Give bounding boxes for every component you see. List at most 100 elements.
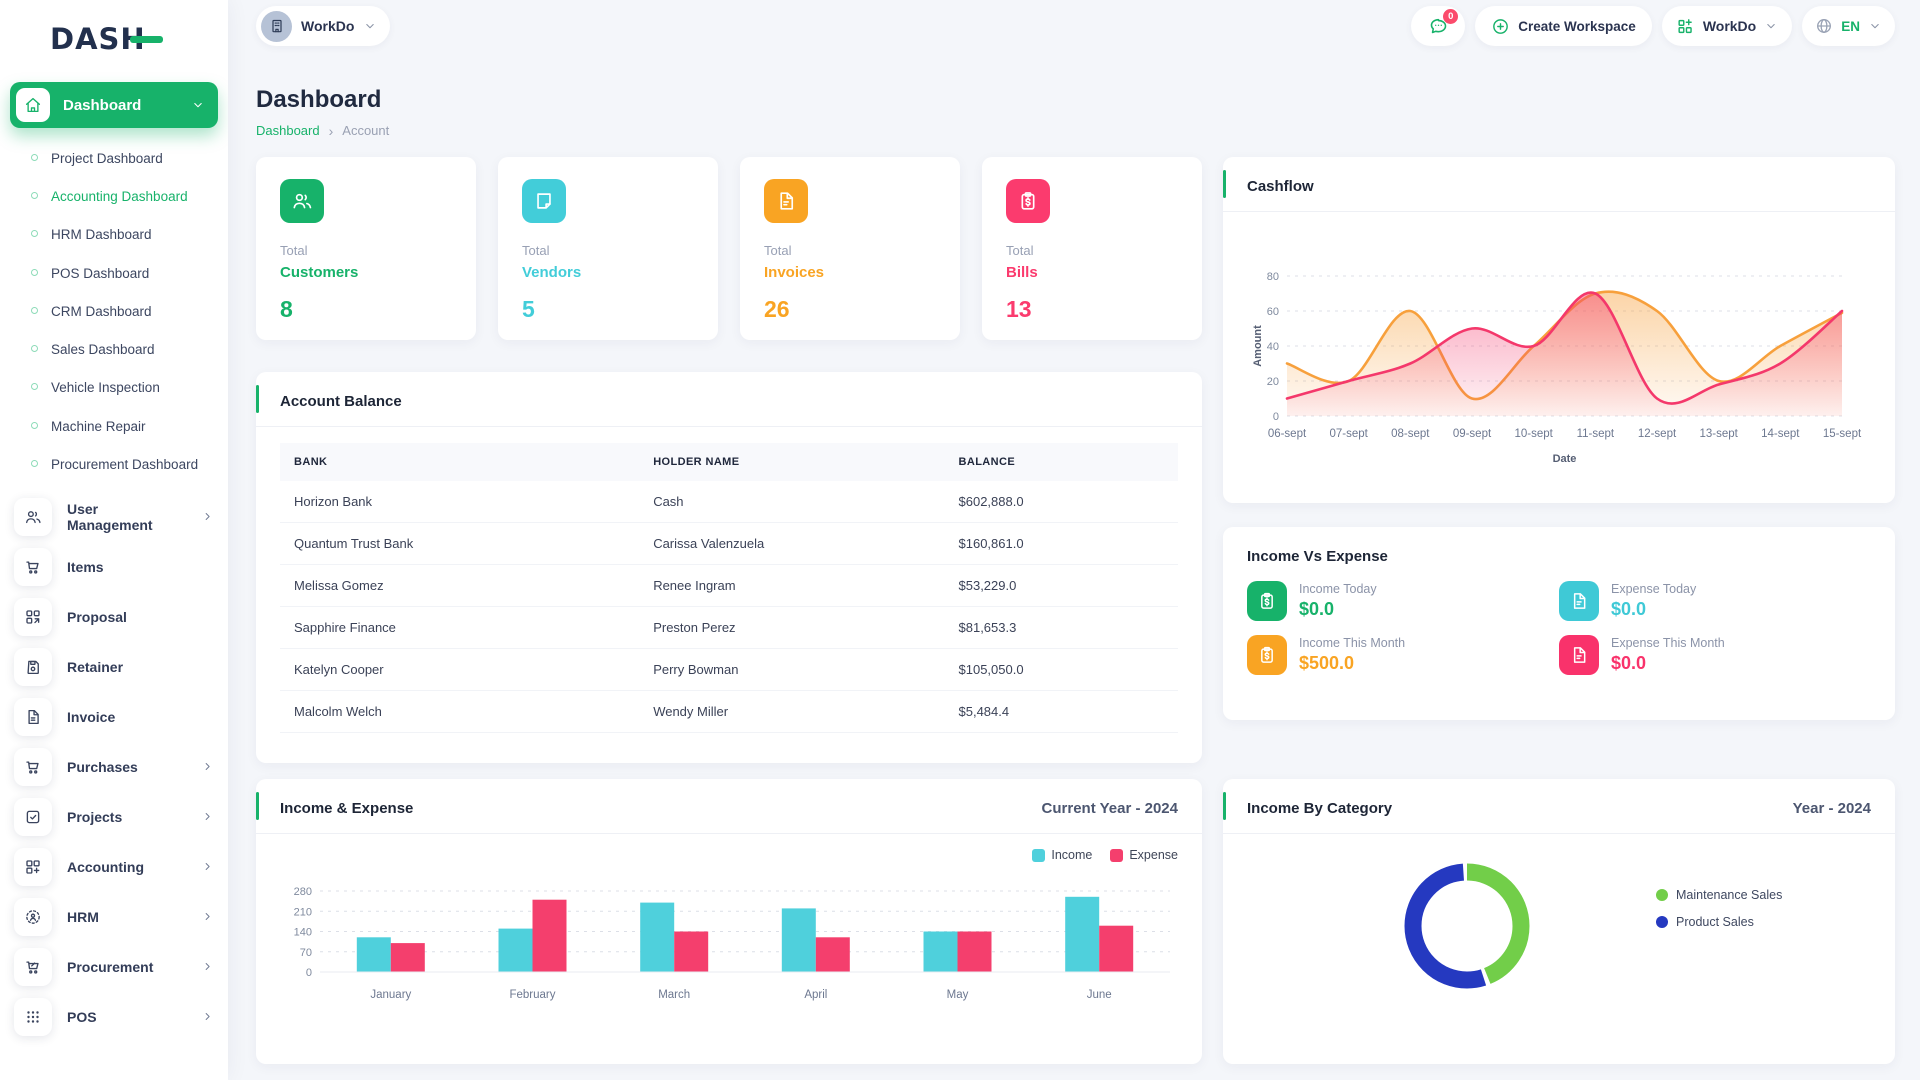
workspace-name: WorkDo — [301, 18, 354, 34]
sidebar-subitem-crm-dashboard[interactable]: CRM Dashboard — [0, 293, 228, 331]
messages-button[interactable]: 0 — [1411, 6, 1465, 46]
sidebar-item-items[interactable]: Items — [0, 542, 228, 592]
income-by-category-donut-chart — [1397, 856, 1537, 996]
table-cell: Horizon Bank — [280, 481, 639, 523]
sidebar-item-proposal[interactable]: Proposal — [0, 592, 228, 642]
svg-text:Amount: Amount — [1252, 325, 1264, 367]
chevron-down-icon — [191, 98, 205, 112]
vendors-icon — [522, 179, 566, 223]
sidebar-item-dashboard[interactable]: Dashboard — [10, 82, 218, 128]
legend-label: Expense — [1129, 848, 1178, 862]
workspace-switcher[interactable]: WorkDo — [256, 6, 390, 46]
ring-bullet-icon — [31, 307, 38, 314]
sidebar-item-purchases[interactable]: Purchases — [0, 742, 228, 792]
procurement-icon — [14, 948, 52, 986]
proposal-icon — [14, 598, 52, 636]
svg-text:09-sept: 09-sept — [1453, 428, 1492, 440]
stat-value: 8 — [280, 296, 452, 323]
table-cell: $602,888.0 — [945, 481, 1179, 523]
sidebar-subitem-label: CRM Dashboard — [51, 303, 152, 321]
sidebar-subitem-sales-dashboard[interactable]: Sales Dashboard — [0, 331, 228, 369]
card-subtitle: Current Year - 2024 — [1042, 800, 1178, 817]
svg-text:February: February — [509, 989, 555, 1001]
sidebar-item-retainer[interactable]: Retainer — [0, 642, 228, 692]
stat-name: Vendors — [522, 264, 694, 281]
sidebar-subitem-vehicle-inspection[interactable]: Vehicle Inspection — [0, 369, 228, 407]
account-balance-header: Account Balance — [256, 372, 1202, 427]
legend-item: Maintenance Sales — [1656, 888, 1782, 902]
svg-text:20: 20 — [1267, 376, 1279, 388]
cashflow-card: Cashflow 02040608006-sept07-sept08-sept0… — [1223, 157, 1895, 503]
donut-legend: Maintenance SalesProduct Sales — [1656, 888, 1782, 929]
svg-text:40: 40 — [1267, 341, 1279, 353]
ive-value: $0.0 — [1611, 653, 1725, 674]
sidebar-subitem-hrm-dashboard[interactable]: HRM Dashboard — [0, 216, 228, 254]
sidebar-subitem-procurement-dashboard[interactable]: Procurement Dashboard — [0, 446, 228, 484]
sidebar-subitem-label: Machine Repair — [51, 418, 146, 436]
content-grid: Total Customers 8 Total Vendors 5 Total … — [256, 157, 1895, 1064]
stat-card-customers: Total Customers 8 — [256, 157, 476, 340]
ive-label: Expense Today — [1611, 582, 1696, 596]
left-column: Total Customers 8 Total Vendors 5 Total … — [256, 157, 1202, 1064]
sidebar-item-label: Proposal — [67, 609, 127, 625]
legend-label: Income — [1051, 848, 1092, 862]
sidebar-item-accounting[interactable]: Accounting — [0, 842, 228, 892]
sidebar-subitem-label: Accounting Dashboard — [51, 188, 188, 206]
ive-value: $0.0 — [1299, 599, 1377, 620]
svg-text:15-sept: 15-sept — [1823, 428, 1862, 440]
sidebar-item-projects[interactable]: Projects — [0, 792, 228, 842]
sidebar-subitem-pos-dashboard[interactable]: POS Dashboard — [0, 255, 228, 293]
page-title: Dashboard — [256, 86, 1895, 114]
svg-text:06-sept: 06-sept — [1268, 428, 1307, 440]
table-cell: Preston Perez — [639, 607, 944, 649]
breadcrumb-link-dashboard[interactable]: Dashboard — [256, 123, 320, 138]
table-cell: Malcolm Welch — [280, 691, 639, 733]
company-menu-button[interactable]: WorkDo — [1662, 6, 1792, 46]
table-cell: $160,861.0 — [945, 523, 1179, 565]
stat-label: Total — [522, 243, 694, 258]
income-vs-expense-grid: Income Today $0.0 Expense Today $0.0 Inc… — [1223, 571, 1895, 695]
language-selector[interactable]: EN — [1802, 6, 1895, 46]
stat-card-bills: Total Bills 13 — [982, 157, 1202, 340]
sidebar: DASH Dashboard Project Dashboard Accounti… — [0, 0, 228, 1080]
messages-badge: 0 — [1443, 9, 1458, 24]
ring-bullet-icon — [31, 192, 38, 199]
sidebar-item-user-management[interactable]: User Management — [0, 492, 228, 542]
cashflow-header: Cashflow — [1223, 157, 1895, 212]
legend-dot-icon — [1656, 889, 1668, 901]
hrm-icon — [14, 898, 52, 936]
ring-bullet-icon — [31, 460, 38, 467]
cashflow-area-chart: 02040608006-sept07-sept08-sept09-sept10-… — [1247, 222, 1871, 472]
svg-text:May: May — [947, 989, 969, 1001]
column-header: BANK — [280, 443, 639, 481]
table-header-row: BANKHOLDER NAMEBALANCE — [280, 443, 1178, 481]
chevron-down-icon — [363, 19, 377, 33]
sidebar-subitem-machine-repair[interactable]: Machine Repair — [0, 408, 228, 446]
stat-value: 5 — [522, 296, 694, 323]
create-workspace-button[interactable]: Create Workspace — [1475, 6, 1652, 46]
dashboard-submenu: Project Dashboard Accounting Dashboard HRM… — [0, 140, 228, 484]
topbar-actions: 0 Create Workspace WorkDo EN — [1411, 6, 1895, 46]
app-logo[interactable]: DASH — [50, 22, 146, 56]
customers-icon — [280, 179, 324, 223]
sidebar-subitem-accounting-dashboard[interactable]: Accounting Dashboard — [0, 178, 228, 216]
sidebar-item-pos[interactable]: POS — [0, 992, 228, 1042]
sidebar-item-hrm[interactable]: HRM — [0, 892, 228, 942]
sidebar-item-procurement[interactable]: Procurement — [0, 942, 228, 992]
table-row: Melissa GomezRenee Ingram$53,229.0 — [280, 565, 1178, 607]
ive-label: Expense This Month — [1611, 636, 1725, 650]
table-cell: Katelyn Cooper — [280, 649, 639, 691]
chevron-right-icon — [201, 1010, 214, 1023]
ive-item-income-this-month: Income This Month $500.0 — [1247, 635, 1559, 675]
account-balance-card: Account Balance BANKHOLDER NAMEBALANCE H… — [256, 372, 1202, 763]
chevron-down-icon — [1868, 19, 1882, 33]
stat-name: Invoices — [764, 264, 936, 281]
sidebar-item-invoice[interactable]: Invoice — [0, 692, 228, 742]
legend-swatch-icon — [1032, 849, 1045, 862]
sidebar-subitem-project-dashboard[interactable]: Project Dashboard — [0, 140, 228, 178]
income-by-category-card: Income By Category Year - 2024 Maintenan… — [1223, 779, 1895, 1064]
sidebar-subitem-label: Vehicle Inspection — [51, 379, 160, 397]
sidebar-subitem-label: Procurement Dashboard — [51, 456, 198, 474]
table-cell: $5,484.4 — [945, 691, 1179, 733]
svg-text:0: 0 — [1273, 411, 1279, 423]
